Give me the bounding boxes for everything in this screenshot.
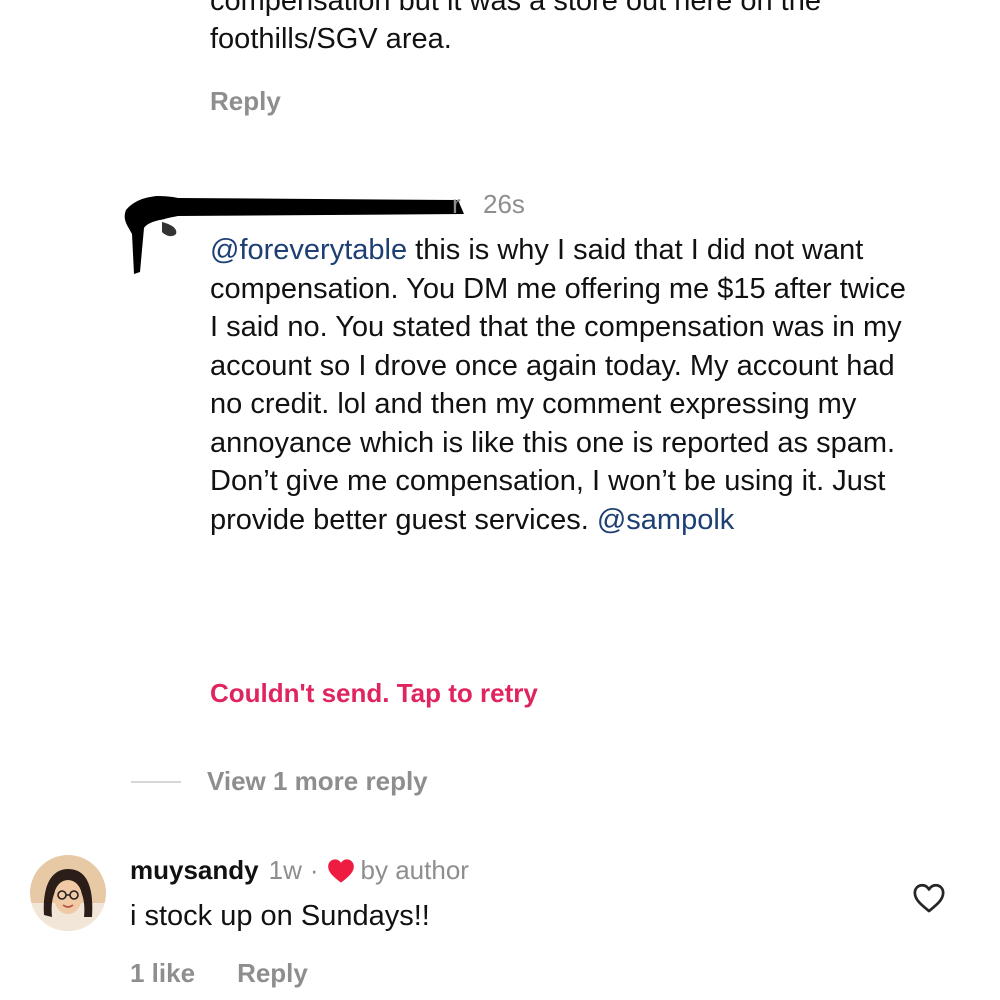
comment-body-text: this is why I said that I did not want c…: [210, 234, 906, 536]
thread-divider-line: [131, 781, 181, 783]
comment-text: @foreverytable this is why I said that I…: [210, 231, 910, 539]
reply-button[interactable]: Reply: [237, 958, 308, 989]
mention-link-foreverytable[interactable]: @foreverytable: [210, 234, 407, 266]
comment-header: muysandy 1w · by author: [130, 855, 469, 886]
comments-screen: compensation but it was a store out here…: [0, 0, 1000, 1000]
comment-text: i stock up on Sundays!!: [130, 900, 430, 932]
liked-by-author-label: by author: [360, 855, 469, 885]
heart-filled-icon: [327, 858, 354, 883]
retry-send-button[interactable]: Couldn't send. Tap to retry: [210, 678, 538, 709]
comment-username[interactable]: muysandy: [130, 855, 259, 886]
mention-link-sampolk[interactable]: @sampolk: [597, 504, 734, 536]
username-fragment: r: [452, 189, 461, 219]
previous-comment-text: compensation but it was a store out here…: [210, 0, 821, 55]
avatar-image: [30, 855, 106, 931]
previous-reply-button[interactable]: Reply: [210, 86, 281, 117]
separator-dot: ·: [309, 855, 319, 885]
comment-timestamp: 26s: [483, 189, 525, 219]
comment-footer: 1 like Reply: [130, 958, 308, 989]
comment-timestamp: 1w: [268, 855, 302, 885]
avatar[interactable]: [30, 855, 106, 931]
heart-outline-icon[interactable]: [912, 882, 946, 914]
likes-count-button[interactable]: 1 like: [130, 958, 195, 989]
view-more-replies-button[interactable]: View 1 more reply: [207, 766, 428, 797]
